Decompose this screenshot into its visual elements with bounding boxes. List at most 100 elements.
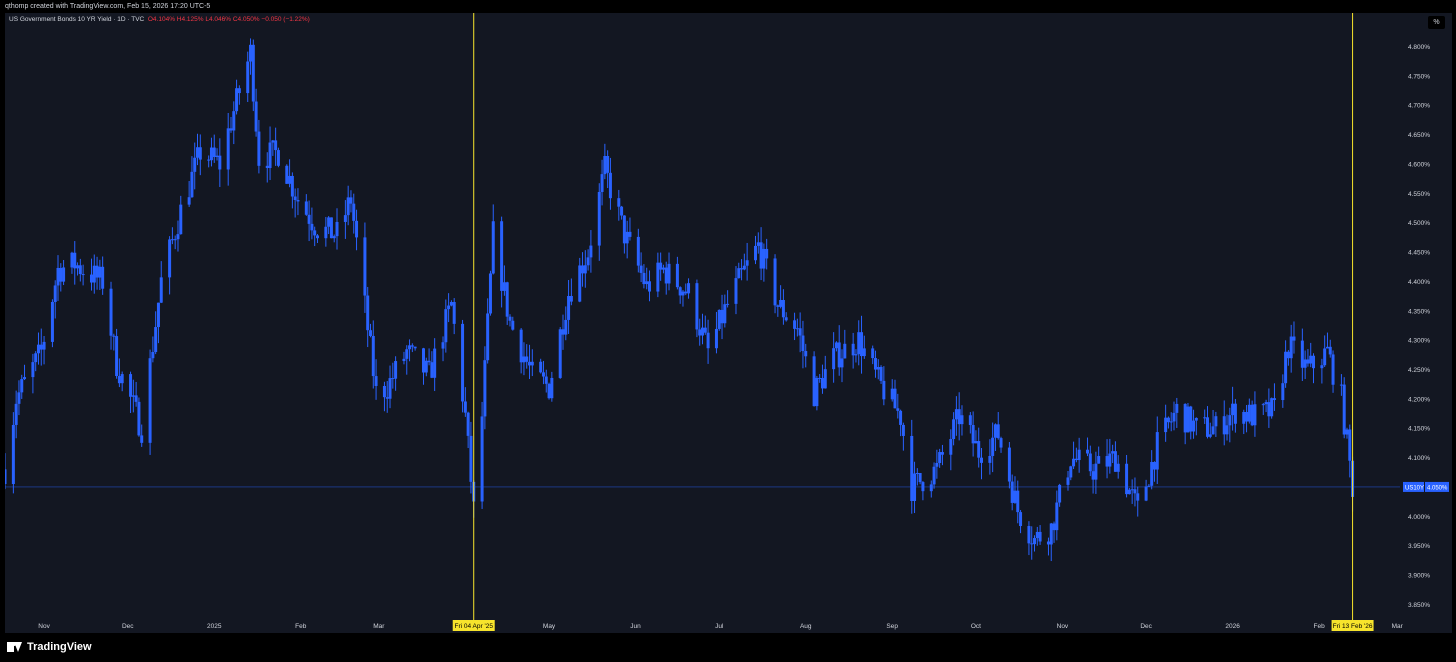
candle-body [463,401,467,413]
candle-body [659,262,663,270]
candle-body [1049,523,1053,545]
candle-body [229,128,233,131]
y-tick-label: 4.400% [1408,279,1430,286]
candle-body [996,424,1000,439]
candle-body [823,369,827,389]
candle-body [78,265,82,275]
candle-body [23,377,27,380]
candle-body [198,147,202,160]
candle-body [873,358,877,370]
chart[interactable]: 4.800% 4.750% 4.700% 4.650% 4.600% 4.550% 4.50… [5,13,1452,633]
candle-body [589,245,593,258]
candle-body [776,305,780,307]
candle-body [254,101,258,132]
candle-body [957,409,961,425]
candle-body [371,335,375,377]
candle-body [742,265,746,270]
candle-body [207,159,211,161]
candle-body [329,217,333,239]
candle-body [815,377,819,407]
percent-scale-button[interactable]: % [1428,16,1445,29]
candle-body [355,220,359,238]
candle-body [1069,466,1073,478]
candle-body [832,348,836,370]
candle-body [508,316,512,321]
candle-body [530,361,534,366]
candle-body [268,142,272,169]
candle-body [385,397,389,399]
candle-body [1228,415,1232,426]
candle-body [980,457,983,463]
candle-body [137,401,141,436]
attribution: qthomp created with TradingView.com, Feb… [5,3,211,10]
candle-body [366,295,370,331]
candle-body [151,352,155,359]
candle-body [363,237,367,296]
x-tick-label: Feb [1313,623,1325,630]
candle-body [639,265,643,273]
candle-body [285,165,289,184]
candle-body [952,419,956,440]
candle-body [547,383,551,399]
candle-body [408,345,412,350]
candle-body [461,323,465,402]
candle-body [625,231,629,244]
candle-body [313,230,317,236]
candle-body [1094,463,1098,480]
candle-body [698,329,702,336]
candle-body [1086,449,1090,454]
candle-body [717,309,721,329]
candle-body [1272,398,1276,401]
candle-body [98,266,102,278]
candle-body [1091,471,1095,480]
candle-body [17,392,21,404]
candle-body [974,441,978,444]
candle-body [890,388,894,400]
y-tick-label: 3.850% [1408,602,1430,609]
date-marker-label: Fri 04 Apr '25 [454,623,493,630]
candle-body [343,215,347,222]
candle-body [31,362,35,378]
candle-body [410,345,414,347]
candle-body [1342,384,1346,435]
candle-body [117,376,121,384]
candle-body [92,265,96,283]
candle-body [910,435,914,502]
candle-body [315,235,319,239]
candle-body [622,215,626,244]
candle-body [578,265,582,302]
candle-body [349,197,353,204]
candle-body [296,200,300,202]
candle-body [246,61,250,94]
candle-body [840,358,844,368]
candle-body [581,265,585,274]
candle-body [34,353,38,363]
y-tick-label: 4.150% [1408,426,1430,433]
x-tick-label: 2026 [1225,623,1240,630]
candle-body [781,299,785,318]
candle-body [1074,458,1078,461]
candle-body [1077,449,1081,461]
candle-body [1331,354,1335,385]
candle-body [628,231,632,237]
candle-body [1105,456,1109,467]
tradingview-logo[interactable]: TradingView [7,641,92,653]
candle-body [1016,490,1020,513]
chart-panel[interactable]: 4.800% 4.750% 4.700% 4.650% 4.600% 4.550% 4.50… [5,13,1452,633]
candle-body [1194,417,1198,421]
candle-body [394,361,398,379]
candle-body [413,346,417,349]
legend-low: L4.046% [205,16,232,23]
legend-open: O4.104% [147,16,175,23]
candle-body [754,245,758,261]
candle-body [798,328,802,336]
candle-body [940,452,944,455]
candle-body [993,424,997,438]
candle-body [1312,355,1316,369]
candle-body [441,342,445,349]
candle-body [1030,543,1034,545]
candle-body [1292,336,1296,341]
candle-body [388,378,392,399]
candle-body [235,88,239,112]
candle-body [483,360,487,417]
